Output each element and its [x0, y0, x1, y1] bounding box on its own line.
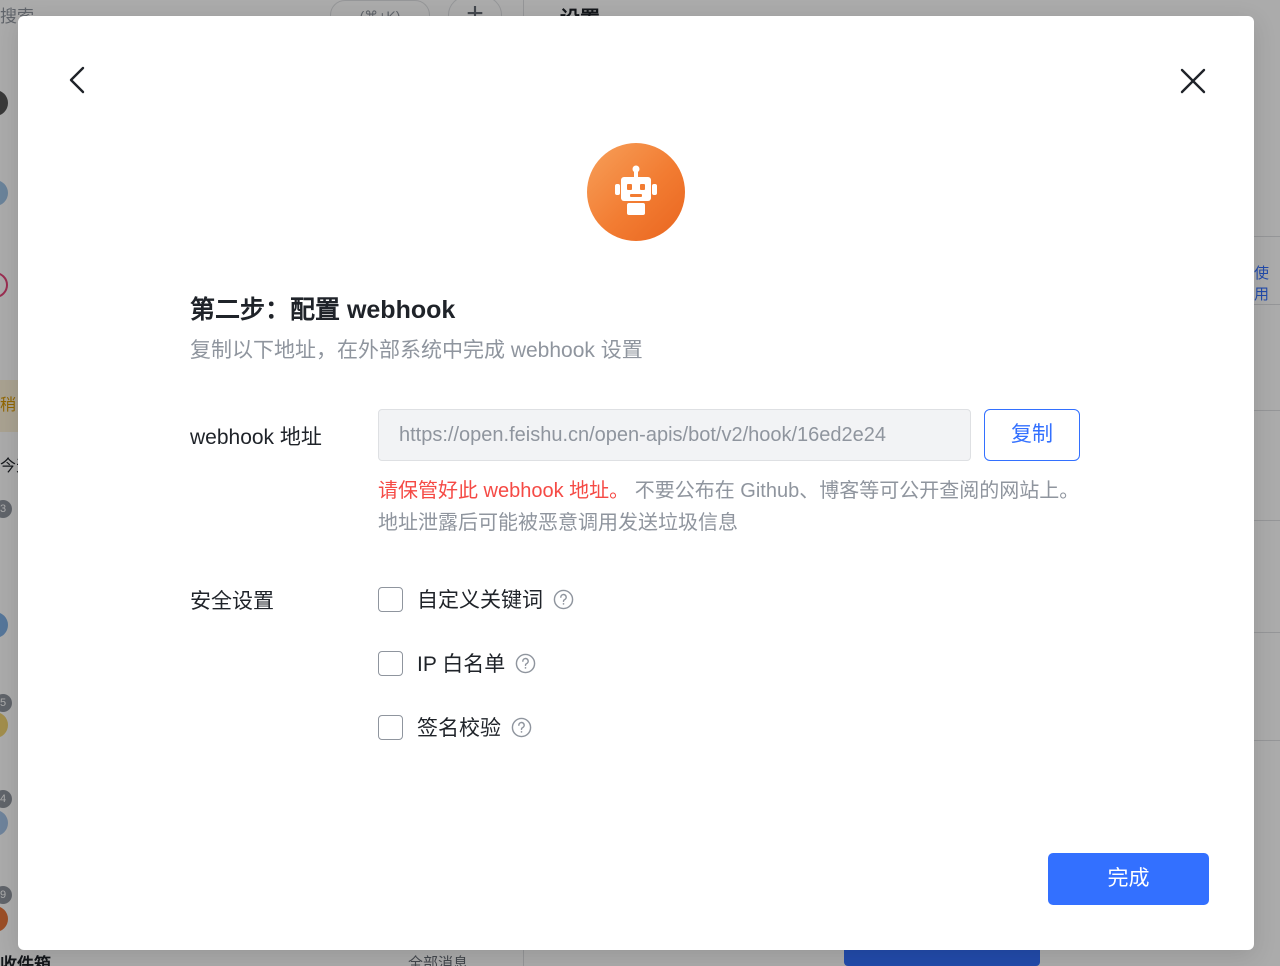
help-circle-icon[interactable] [553, 589, 574, 610]
close-button[interactable] [1176, 64, 1210, 98]
step-title: 第二步：配置 webhook [190, 296, 456, 324]
help-circle-icon[interactable] [511, 717, 532, 738]
checkbox[interactable] [378, 650, 403, 676]
option-ip-whitelist[interactable]: IP 白名单 [378, 648, 536, 678]
warning-highlight: 请保管好此 webhook 地址。 [378, 480, 630, 502]
close-icon [1180, 68, 1206, 94]
webhook-address-label: webhook 地址 [190, 426, 322, 449]
security-settings-label: 安全设置 [190, 590, 274, 613]
checkbox[interactable] [378, 714, 403, 740]
step-description: 复制以下地址，在外部系统中完成 webhook 设置 [190, 339, 643, 362]
option-custom-keyword[interactable]: 自定义关键词 [378, 584, 574, 614]
webhook-config-dialog: 第二步：配置 webhook 复制以下地址，在外部系统中完成 webhook 设… [18, 16, 1254, 950]
help-circle-icon[interactable] [515, 653, 536, 674]
back-arrow-icon [69, 66, 85, 94]
option-label: IP 白名单 [417, 653, 506, 676]
security-warning: 请保管好此 webhook 地址。 不要公布在 Github、博客等可公开查阅的… [378, 475, 1098, 539]
bot-avatar [587, 143, 685, 241]
option-signature-verification[interactable]: 签名校验 [378, 712, 532, 742]
option-label: 自定义关键词 [417, 589, 543, 612]
copy-button[interactable]: 复制 [984, 409, 1080, 461]
webhook-url-field[interactable]: https://open.feishu.cn/open-apis/bot/v2/… [378, 409, 971, 461]
option-label: 签名校验 [417, 717, 501, 740]
back-button[interactable] [62, 60, 94, 100]
robot-icon [615, 165, 657, 215]
checkbox[interactable] [378, 586, 403, 612]
done-button[interactable]: 完成 [1048, 853, 1209, 905]
